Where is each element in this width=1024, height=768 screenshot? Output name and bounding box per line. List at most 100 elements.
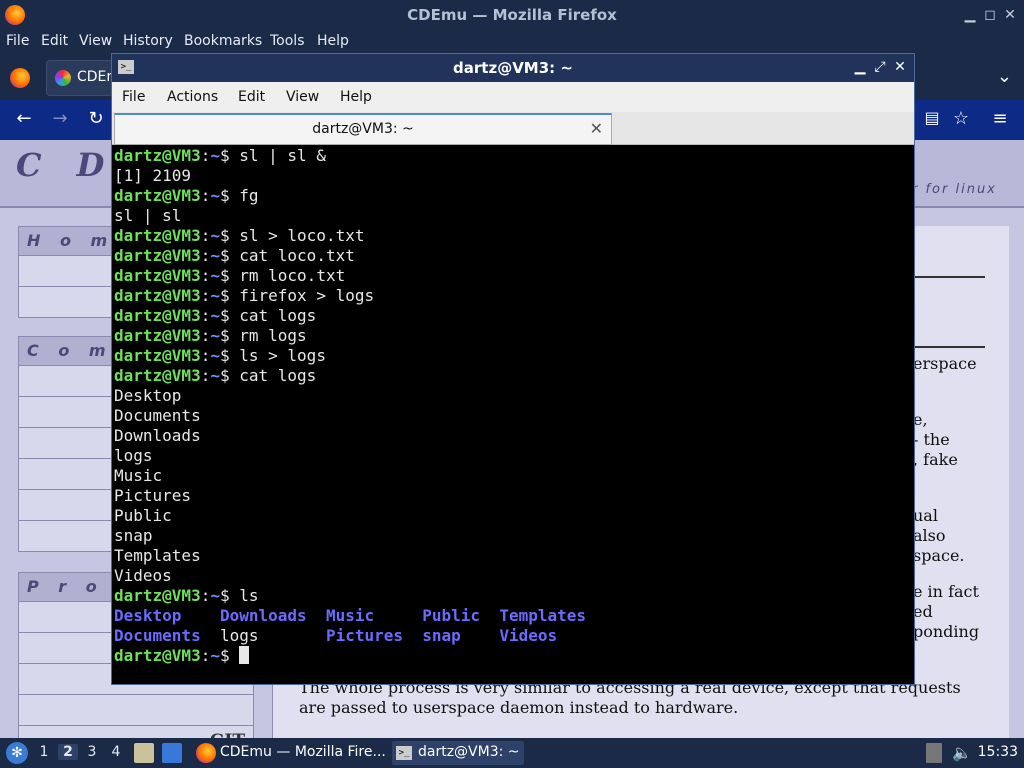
prompt-user: dartz@VM3 (114, 646, 201, 665)
hamburger-menu-icon[interactable]: ≡ (988, 108, 1012, 129)
content-text: erspace (913, 354, 977, 373)
prompt-cwd: ~ (210, 286, 220, 305)
taskbar-item-terminal[interactable]: >_ dartz@VM3: ~ (392, 741, 524, 765)
content-text: also (913, 526, 946, 545)
terminal-tab[interactable]: dartz@VM3: ~ ✕ (114, 113, 612, 145)
terminal-window: >_ dartz@VM3: ~ ▁ ⤢ ✕ File Actions Edit … (111, 53, 915, 685)
terminal-command-line: dartz@VM3:~$ rm loco.txt (114, 266, 910, 286)
command-text: rm loco.txt (239, 266, 346, 285)
storage-icon[interactable] (926, 743, 942, 763)
content-text: space. (913, 546, 965, 565)
prompt-user: dartz@VM3 (114, 246, 201, 265)
list-tabs-chevron-icon[interactable]: ⌄ (997, 66, 1012, 87)
prompt-symbol: $ (219, 586, 240, 605)
content-text: e, (913, 410, 928, 429)
close-tab-icon[interactable]: ✕ (590, 119, 603, 138)
prompt-user: dartz@VM3 (114, 266, 201, 285)
terminal-output-line: [1] 2109 (114, 166, 192, 185)
prompt-separator: : (200, 266, 211, 285)
prompt-user: dartz@VM3 (114, 286, 201, 305)
content-text: , fake (913, 450, 958, 469)
terminal-output-line: Pictures (114, 486, 192, 505)
start-menu-icon[interactable]: ✻ (6, 742, 28, 764)
file-manager-icon[interactable] (134, 743, 154, 763)
terminal-titlebar: >_ dartz@VM3: ~ ▁ ⤢ ✕ (112, 54, 914, 82)
menu-history[interactable]: History (123, 33, 173, 49)
close-icon[interactable]: ✕ (892, 59, 908, 75)
workspace-1[interactable]: 1 (34, 744, 54, 760)
terminal-menu-edit[interactable]: Edit (238, 89, 265, 105)
menu-file[interactable]: File (6, 33, 29, 49)
prompt-separator: : (200, 246, 211, 265)
maximize-icon[interactable]: ⤢ (872, 59, 888, 75)
prompt-separator: : (200, 226, 211, 245)
menu-tools[interactable]: Tools (270, 33, 305, 49)
prompt-user: dartz@VM3 (114, 346, 201, 365)
prompt-separator: : (200, 346, 211, 365)
prompt-user: dartz@VM3 (114, 326, 201, 345)
terminal-command-line: dartz@VM3:~$ firefox > logs (114, 286, 910, 306)
sidebar-link[interactable] (19, 694, 253, 725)
reader-view-icon[interactable]: ▤ (920, 108, 944, 127)
prompt-symbol: $ (219, 306, 240, 325)
command-text: rm logs (239, 326, 307, 345)
command-text: ls (239, 586, 259, 605)
taskbar-item-firefox[interactable]: CDEmu — Mozilla Fire... (194, 741, 386, 765)
prompt-separator: : (200, 286, 211, 305)
show-desktop-icon[interactable] (162, 743, 182, 763)
command-text: cat logs (239, 366, 317, 385)
prompt-cwd: ~ (210, 346, 220, 365)
prompt-user: dartz@VM3 (114, 226, 201, 245)
prompt-symbol: $ (219, 366, 240, 385)
ls-output-row: Desktop Downloads Music Public Templates (114, 606, 910, 626)
reload-icon[interactable]: ↻ (84, 108, 108, 129)
maximize-icon[interactable]: ◻ (982, 7, 998, 23)
ls-output-row: Documents logs Pictures snap Videos (114, 626, 910, 646)
menu-edit[interactable]: Edit (41, 33, 68, 49)
menu-view[interactable]: View (79, 33, 112, 49)
workspace-4[interactable]: 4 (106, 744, 126, 760)
firefox-view-icon[interactable] (10, 68, 30, 88)
minimize-icon[interactable]: ▁ (852, 59, 868, 75)
bookmark-star-icon[interactable]: ☆ (949, 108, 973, 129)
prompt-separator: : (200, 586, 211, 605)
back-arrow-icon[interactable]: ← (12, 108, 36, 129)
prompt-cwd: ~ (210, 306, 220, 325)
prompt-cwd: ~ (210, 326, 220, 345)
content-text: - the (913, 430, 950, 449)
prompt-user: dartz@VM3 (114, 306, 201, 325)
browser-tab-label: CDEr (77, 69, 113, 85)
content-text: e in fact (913, 582, 979, 601)
terminal-menu-help[interactable]: Help (340, 89, 372, 105)
terminal-command-line: dartz@VM3:~$ sl > loco.txt (114, 226, 910, 246)
prompt-user: dartz@VM3 (114, 146, 201, 165)
ls-file-entry: logs (219, 626, 326, 645)
prompt-cwd: ~ (210, 226, 220, 245)
terminal-output-line: Downloads (114, 426, 201, 445)
terminal-output-line: Videos (114, 566, 172, 585)
terminal-menu-file[interactable]: File (122, 89, 145, 105)
terminal-command-line: dartz@VM3:~$ cat logs (114, 366, 910, 386)
terminal-menu-view[interactable]: View (286, 89, 319, 105)
prompt-cwd: ~ (210, 366, 220, 385)
terminal-active-prompt[interactable]: dartz@VM3:~$ (114, 646, 910, 666)
workspace-3[interactable]: 3 (82, 744, 102, 760)
terminal-output-line: Documents (114, 406, 201, 425)
command-text: cat logs (239, 306, 317, 325)
prompt-user: dartz@VM3 (114, 366, 201, 385)
forward-arrow-icon[interactable]: → (48, 108, 72, 129)
menu-bookmarks[interactable]: Bookmarks (184, 33, 262, 49)
taskbar-clock: 15:33 (977, 744, 1018, 760)
prompt-cwd: ~ (210, 586, 220, 605)
menu-help[interactable]: Help (317, 33, 349, 49)
minimize-icon[interactable]: ▁ (962, 7, 978, 23)
terminal-menu-actions[interactable]: Actions (167, 89, 218, 105)
close-icon[interactable]: ✕ (1002, 7, 1018, 23)
prompt-symbol: $ (219, 326, 240, 345)
terminal-taskbar-icon: >_ (396, 746, 412, 760)
prompt-symbol: $ (219, 646, 240, 665)
workspace-2[interactable]: 2 (58, 744, 78, 760)
terminal-output-line: sl | sl (114, 206, 182, 225)
volume-icon[interactable]: 🔈 (952, 743, 972, 763)
terminal-output[interactable]: dartz@VM3:~$ sl | sl & [1] 2109 dartz@VM3:… (114, 146, 910, 682)
